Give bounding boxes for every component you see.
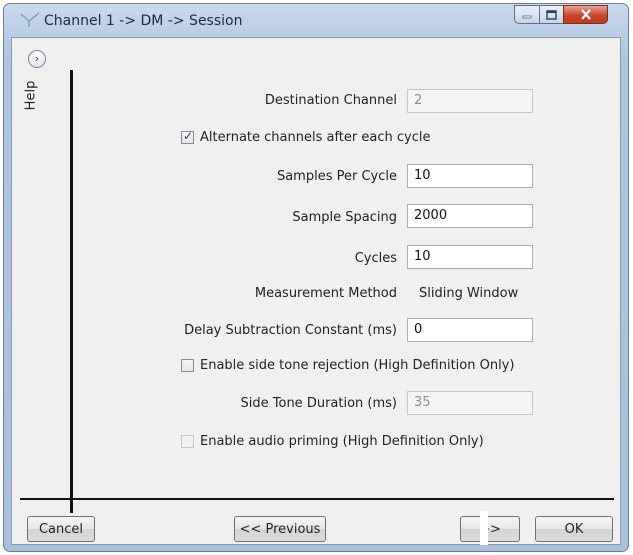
cycles-label: Cycles [354, 251, 397, 266]
samples-per-cycle-input[interactable]: 10 [407, 164, 533, 188]
measurement-method-value: Sliding Window [419, 286, 519, 301]
close-button[interactable] [563, 5, 608, 24]
delay-subtraction-input[interactable]: 0 [407, 318, 533, 342]
cancel-button[interactable]: Cancel [27, 516, 95, 542]
ok-button[interactable]: OK [535, 516, 613, 542]
previous-button[interactable]: << Previous [234, 516, 326, 542]
side-tone-duration-label: Side Tone Duration (ms) [240, 396, 397, 411]
side-tone-duration-field[interactable]: 35 [407, 391, 533, 415]
help-tab[interactable]: Help [23, 76, 46, 116]
delay-subtraction-label: Delay Subtraction Constant (ms) [184, 323, 397, 338]
side-tone-rejection-label: Enable side tone rejection (High Definit… [200, 358, 515, 373]
cycles-input[interactable]: 10 [407, 245, 533, 269]
app-icon [20, 12, 40, 27]
sample-spacing-label: Sample Spacing [292, 210, 397, 225]
close-icon [580, 9, 591, 20]
alternate-channels-label: Alternate channels after each cycle [200, 130, 431, 145]
footer-divider [20, 498, 614, 500]
alternate-channels-checkbox[interactable]: ✓ [181, 129, 194, 144]
checkmark-icon: ✓ [183, 129, 194, 143]
destination-channel-label: Destination Channel [264, 93, 397, 108]
minimize-button[interactable] [514, 5, 540, 24]
samples-per-cycle-label: Samples Per Cycle [276, 169, 397, 184]
alternate-channels-row[interactable]: ✓ Alternate channels after each cycle [181, 129, 431, 145]
dialog-window: Channel 1 -> DM -> Session › Help Destin… [3, 3, 629, 552]
minimize-icon [522, 15, 532, 18]
help-label: Help [23, 80, 39, 111]
help-expand-button[interactable]: › [28, 50, 46, 68]
next-button[interactable]: >> [460, 516, 520, 542]
side-tone-rejection-row[interactable]: Enable side tone rejection (High Definit… [181, 358, 514, 373]
measurement-method-label: Measurement Method [254, 286, 397, 301]
destination-channel-field[interactable]: 2 [407, 89, 533, 113]
help-divider [70, 70, 73, 513]
audio-priming-row[interactable]: Enable audio priming (High Definition On… [181, 434, 484, 449]
sample-spacing-input[interactable]: 2000 [407, 204, 533, 228]
audio-priming-checkbox[interactable] [181, 435, 194, 448]
audio-priming-label: Enable audio priming (High Definition On… [200, 434, 484, 449]
dialog-content: › Help Destination Channel 2 ✓ Alternate… [11, 37, 621, 545]
maximize-button[interactable] [539, 5, 564, 24]
title-bar[interactable]: Channel 1 -> DM -> Session [4, 4, 628, 38]
side-tone-rejection-checkbox[interactable] [181, 359, 194, 372]
window-title: Channel 1 -> DM -> Session [44, 13, 243, 29]
next-button-overlap [480, 511, 488, 545]
chevron-right-icon: › [34, 52, 40, 65]
maximize-icon [546, 9, 557, 20]
